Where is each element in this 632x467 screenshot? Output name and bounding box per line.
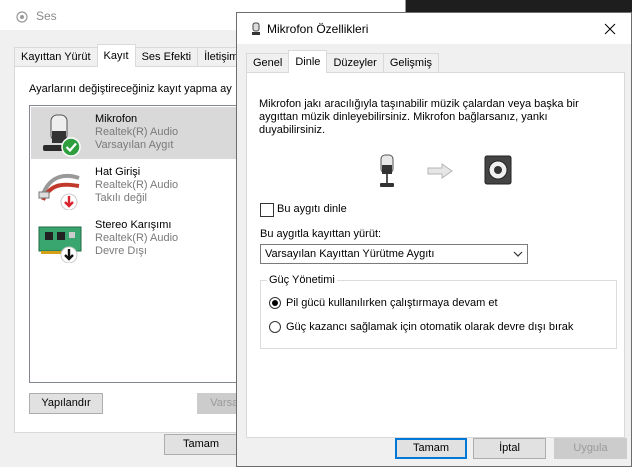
black-down-arrow-icon [60, 246, 78, 263]
tab-recording[interactable]: Kayıt [96, 44, 136, 67]
speaker-title-icon [16, 11, 28, 23]
configure-button[interactable]: Yapılandır [29, 393, 103, 414]
chevron-down-icon [513, 251, 523, 257]
playback-device-select[interactable]: Varsayılan Kayıttan Yürütme Aygıtı [260, 244, 528, 264]
tab-levels[interactable]: Düzeyler [326, 53, 384, 73]
red-down-arrow-icon [60, 193, 78, 210]
check-badge-icon [61, 137, 81, 157]
dialog-titlebar[interactable]: Mikrofon Özellikleri [237, 13, 631, 44]
microphone-icon [380, 154, 394, 187]
device-name: Hat Girişi [95, 166, 141, 178]
device-driver: Realtek(R) Audio [95, 232, 179, 244]
power-radio-disable[interactable] [269, 321, 281, 333]
listen-checkbox[interactable] [260, 203, 274, 217]
playback-device-label: Bu aygıtla kayıttan yürüt: [260, 228, 382, 240]
tab-playback[interactable]: Kayıttan Yürüt [14, 47, 98, 67]
power-management-title: Güç Yönetimi [267, 274, 337, 286]
dialog-title: Mikrofon Özellikleri [267, 22, 369, 36]
listen-panel: Mikrofon jakı aracılığıyla taşınabilir m… [246, 72, 625, 438]
power-option-label[interactable]: Güç kazancı sağlamak için otomatik olara… [286, 321, 573, 333]
device-status: Varsayılan Aygıt [95, 139, 174, 151]
sound-window-title: Ses [36, 9, 57, 23]
tab-sound-effects[interactable]: Ses Efekti [134, 47, 199, 67]
device-name: Mikrofon [95, 113, 138, 125]
line-in-icon [38, 174, 80, 210]
tab-general[interactable]: Genel [246, 53, 290, 73]
speaker-icon [484, 155, 512, 185]
microphone-icon [43, 114, 81, 157]
ok-button[interactable]: Tamam [395, 438, 467, 459]
apply-button[interactable]: Uygula [554, 438, 627, 459]
listen-checkbox-label[interactable]: Bu aygıtı dinle [277, 203, 347, 215]
tab-listen[interactable]: Dinle [288, 50, 328, 73]
close-icon[interactable] [599, 18, 621, 40]
right-arrow-icon [427, 163, 453, 179]
power-management-group: Güç Yönetimi Pil gücü kullanılırken çalı… [260, 274, 617, 349]
power-radio-continue[interactable] [269, 297, 281, 309]
recording-instruction: Ayarlarını değiştireceğiniz kayıt yapma … [29, 83, 232, 95]
device-driver: Realtek(R) Audio [95, 126, 179, 138]
tab-advanced[interactable]: Gelişmiş [382, 53, 440, 73]
device-driver: Realtek(R) Audio [95, 179, 179, 191]
device-status: Devre Dışı [95, 245, 147, 257]
power-option-label[interactable]: Pil gücü kullanılırken çalıştırmaya deva… [286, 297, 498, 309]
circuit-board-icon [38, 226, 82, 263]
device-name: Stereo Karışımı [95, 219, 172, 231]
microphone-properties-dialog: Mikrofon Özellikleri Genel Dinle Düzeyle… [236, 12, 632, 467]
playback-device-value: Varsayılan Kayıttan Yürütme Aygıtı [265, 248, 435, 260]
microphone-title-icon [252, 22, 260, 35]
sound-ok-button[interactable]: Tamam [164, 434, 238, 455]
device-status: Takılı değil [95, 192, 147, 204]
cancel-button[interactable]: İptal [473, 438, 546, 459]
listen-description: Mikrofon jakı aracılığıyla taşınabilir m… [259, 98, 579, 136]
